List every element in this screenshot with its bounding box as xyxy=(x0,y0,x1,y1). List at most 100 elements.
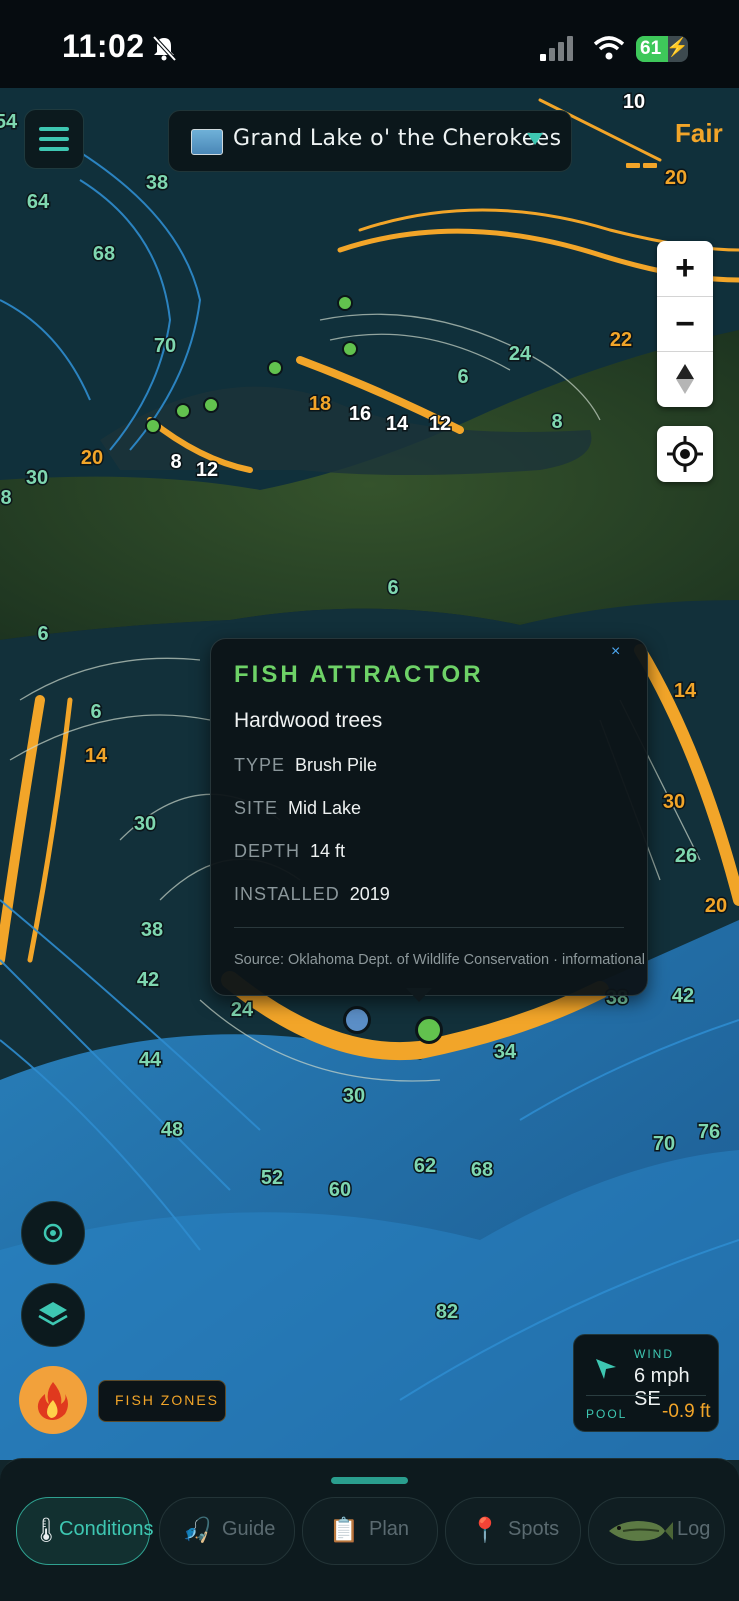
lake-selector[interactable]: Grand Lake o' the Cherokees xyxy=(168,110,572,172)
depth-label: 14 xyxy=(85,745,108,767)
depth-label: 12 xyxy=(429,413,451,435)
popup-row-site: SITE Mid Lake xyxy=(234,798,362,818)
close-icon[interactable]: × xyxy=(611,643,620,661)
thermometer-icon: 🌡 xyxy=(30,1517,62,1544)
zoom-in-button[interactable]: + xyxy=(657,241,713,295)
center-map-button[interactable] xyxy=(21,1201,85,1265)
depth-label: 8 xyxy=(170,451,181,473)
tab-label-conditions: Conditions xyxy=(59,1518,154,1540)
fishing-rating[interactable]: Fair xyxy=(675,118,723,149)
fish-zones-label: FISH ZONES xyxy=(115,1392,220,1408)
depth-label: 68 xyxy=(93,243,115,265)
lake-name: Grand Lake o' the Cherokees xyxy=(233,126,562,151)
fish-attractor-marker[interactable] xyxy=(415,1016,443,1044)
fish-zones-button[interactable]: FISH ZONES xyxy=(98,1380,226,1422)
wind-direction-arrow-icon xyxy=(596,1359,616,1379)
depth-label: 6 xyxy=(90,701,101,723)
depth-label: 64 xyxy=(27,191,50,213)
menu-button[interactable] xyxy=(24,109,84,169)
clipboard-icon: 📋 xyxy=(329,1517,359,1544)
fisherman-icon: 🎣 xyxy=(182,1517,212,1544)
depth-label: 24 xyxy=(231,999,254,1021)
tab-guide[interactable]: 🎣 Guide xyxy=(159,1497,295,1565)
depth-label: 48 xyxy=(161,1119,183,1141)
depth-label: 30 xyxy=(26,467,48,489)
depth-label: 20 xyxy=(81,447,103,469)
pin-icon: 📍 xyxy=(470,1517,500,1544)
depth-label: 6 xyxy=(457,366,468,388)
compass-button[interactable] xyxy=(657,352,713,406)
tab-label-guide: Guide xyxy=(222,1518,276,1540)
tab-conditions[interactable]: 🌡 Conditions xyxy=(16,1497,154,1565)
depth-label: 30 xyxy=(134,813,156,835)
depth-label: 62 xyxy=(414,1155,436,1177)
drag-handle[interactable] xyxy=(331,1477,408,1484)
popup-subtitle: Hardwood trees xyxy=(234,709,383,732)
depth-label: 52 xyxy=(261,1167,283,1189)
depth-label: 6 xyxy=(387,577,398,599)
pool-value: -0.9 ft xyxy=(662,1401,711,1422)
fire-icon xyxy=(37,1382,68,1420)
depth-label: 6 xyxy=(37,623,48,645)
depth-label: 44 xyxy=(139,1049,162,1071)
tab-label-spots: Spots xyxy=(508,1518,560,1540)
compass-icon xyxy=(676,364,694,394)
fish-attractor-popup: FISH ATTRACTOR × Hardwood trees TYPE Brus… xyxy=(210,638,648,996)
depth-label: 12 xyxy=(196,459,218,481)
depth-label: 30 xyxy=(663,791,685,813)
chevron-down-icon xyxy=(527,133,543,145)
depth-label: 70 xyxy=(653,1133,675,1155)
depth-label: 42 xyxy=(672,985,694,1007)
bottom-nav: 🌡 Conditions 🎣 Guide 📋 Plan 📍 Spots Log xyxy=(0,1458,739,1601)
depth-label: 20 xyxy=(665,167,687,189)
tab-log[interactable]: Log xyxy=(588,1497,725,1565)
depth-label: 68 xyxy=(471,1159,493,1181)
tab-label-plan: Plan xyxy=(369,1518,410,1540)
depth-label: 22 xyxy=(610,329,632,351)
silent-bell-icon xyxy=(152,35,177,62)
depth-label: 38 xyxy=(146,172,168,194)
depth-label: 10 xyxy=(623,91,645,113)
lake-map-icon xyxy=(191,129,223,155)
fish-zones-fire-button[interactable] xyxy=(19,1366,87,1434)
depth-label: 8 xyxy=(0,487,11,509)
zoom-controls: + − xyxy=(657,241,713,407)
depth-label: 42 xyxy=(137,969,159,991)
tab-spots[interactable]: 📍 Spots xyxy=(445,1497,581,1565)
status-time: 11:02 xyxy=(62,28,145,64)
wifi-icon xyxy=(593,36,625,60)
popup-title: FISH ATTRACTOR xyxy=(234,661,484,688)
bass-icon xyxy=(609,1521,673,1541)
layers-icon xyxy=(38,1302,68,1326)
popup-source: Source: Oklahoma Dept. of Wildlife Conse… xyxy=(234,952,646,968)
charging-bolt-icon: ⚡ xyxy=(666,37,689,57)
target-icon xyxy=(43,1223,63,1243)
depth-label: 20 xyxy=(705,895,727,917)
crosshair-icon xyxy=(667,436,703,472)
depth-label: 8 xyxy=(551,411,562,433)
popup-row-installed: INSTALLED 2019 xyxy=(234,884,390,904)
status-bar: 11:02 61 ⚡ xyxy=(0,0,739,88)
depth-label: 14 xyxy=(674,680,697,702)
my-location-button[interactable] xyxy=(657,426,713,482)
rating-bars xyxy=(626,155,660,168)
depth-label: 14 xyxy=(386,413,409,435)
depth-label: 60 xyxy=(329,1179,351,1201)
pool-label: POOL xyxy=(586,1407,628,1421)
battery-level: 61 xyxy=(640,38,662,59)
depth-label: 82 xyxy=(436,1301,458,1323)
layers-button[interactable] xyxy=(21,1283,85,1347)
depth-label: 16 xyxy=(349,403,371,425)
popup-row-depth: DEPTH 14 ft xyxy=(234,841,346,861)
depth-label: 30 xyxy=(343,1085,365,1107)
depth-label: 18 xyxy=(309,393,331,415)
wind-label: WIND xyxy=(634,1347,674,1361)
tab-plan[interactable]: 📋 Plan xyxy=(302,1497,438,1565)
depth-label: 54 xyxy=(0,111,18,133)
wind-pool-panel: WIND 6 mph SE POOL -0.9 ft xyxy=(573,1334,719,1432)
depth-label: 70 xyxy=(154,335,176,357)
cellular-signal-icon xyxy=(540,36,573,61)
user-location-marker[interactable] xyxy=(343,1006,371,1034)
tab-label-log: Log xyxy=(677,1518,711,1540)
zoom-out-button[interactable]: − xyxy=(657,297,713,351)
